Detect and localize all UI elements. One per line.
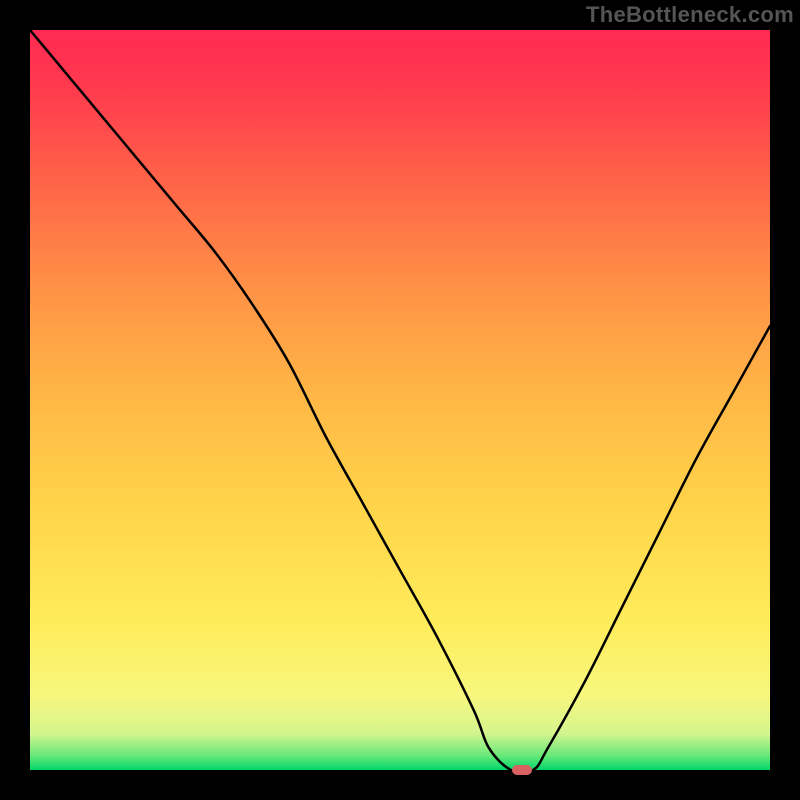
plot-area (30, 30, 770, 770)
gradient-background (30, 30, 770, 770)
watermark-text: TheBottleneck.com (586, 2, 794, 28)
bottleneck-chart (30, 30, 770, 770)
chart-frame: TheBottleneck.com (0, 0, 800, 800)
